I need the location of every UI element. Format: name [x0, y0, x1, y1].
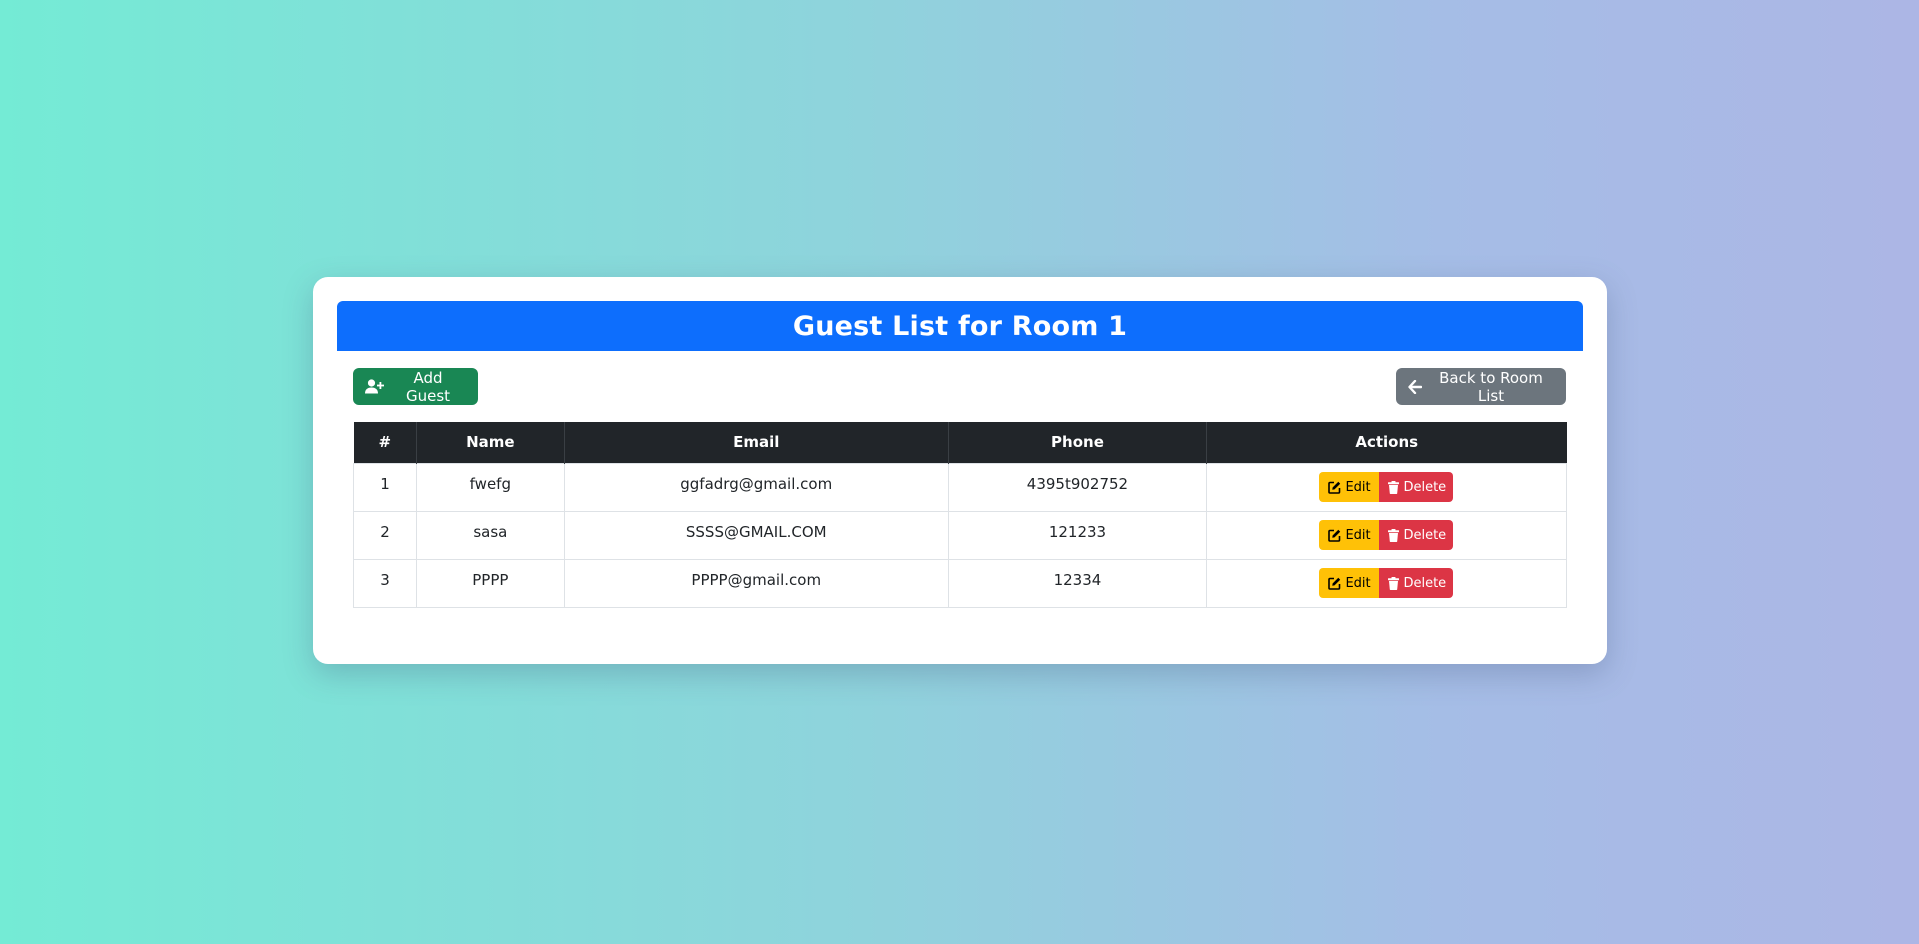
column-header-email: Email	[563, 422, 949, 463]
cell-email: PPPP@gmail.com	[563, 558, 949, 608]
table-row: 2 sasa SSSS@GMAIL.COM 121233 Edit Delete	[352, 510, 1568, 560]
delete-button[interactable]: Delete	[1379, 520, 1454, 550]
cell-number: 3	[352, 558, 418, 608]
column-header-name: Name	[416, 422, 564, 463]
trash-icon	[1388, 528, 1400, 542]
card-header: Guest List for Room 1	[337, 301, 1583, 351]
row-actions: Edit Delete	[1319, 472, 1454, 502]
row-actions: Edit Delete	[1319, 520, 1454, 550]
table-body: 1 fwefg ggfadrg@gmail.com 4395t902752 Ed…	[352, 462, 1568, 608]
column-header-actions: Actions	[1205, 422, 1567, 463]
cell-name: PPPP	[416, 558, 565, 608]
edit-label: Edit	[1345, 527, 1371, 543]
cell-number: 1	[352, 462, 418, 512]
delete-label: Delete	[1403, 527, 1447, 543]
table-row: 3 PPPP PPPP@gmail.com 12334 Edit Delete	[352, 558, 1568, 608]
row-actions: Edit Delete	[1319, 568, 1454, 598]
column-header-phone: Phone	[947, 422, 1207, 463]
trash-icon	[1388, 576, 1400, 590]
edit-label: Edit	[1345, 479, 1371, 495]
guest-list-card: Guest List for Room 1 Add Guest Back to …	[313, 277, 1607, 664]
cell-phone: 121233	[947, 510, 1207, 560]
edit-label: Edit	[1345, 575, 1371, 591]
edit-icon	[1328, 577, 1341, 590]
guest-table: # Name Email Phone Actions 1 fwefg ggfad…	[352, 422, 1568, 608]
cell-email: ggfadrg@gmail.com	[563, 462, 949, 512]
delete-label: Delete	[1403, 575, 1447, 591]
column-header-number: #	[378, 433, 392, 452]
page-title: Guest List for Room 1	[792, 310, 1128, 342]
delete-button[interactable]: Delete	[1379, 568, 1454, 598]
cell-number: 2	[352, 510, 418, 560]
table-header-row: # Name Email Phone Actions	[353, 422, 1567, 463]
edit-button[interactable]: Edit	[1319, 520, 1380, 550]
back-label: Back to Room List	[1439, 368, 1543, 405]
cell-name: fwefg	[416, 462, 565, 512]
edit-button[interactable]: Edit	[1319, 568, 1380, 598]
delete-label: Delete	[1403, 479, 1447, 495]
table-row: 1 fwefg ggfadrg@gmail.com 4395t902752 Ed…	[352, 462, 1568, 512]
cell-actions: Edit Delete	[1205, 510, 1568, 560]
back-to-room-list-button[interactable]: Back to Room List	[1396, 368, 1566, 405]
cell-phone: 12334	[947, 558, 1207, 608]
add-guest-label: Add Guest	[405, 368, 451, 405]
edit-button[interactable]: Edit	[1319, 472, 1380, 502]
cell-email: SSSS@GMAIL.COM	[563, 510, 949, 560]
cell-actions: Edit Delete	[1205, 462, 1568, 512]
table-header: # Name Email Phone Actions	[353, 422, 1567, 463]
cell-actions: Edit Delete	[1205, 558, 1568, 608]
cell-phone: 4395t902752	[947, 462, 1207, 512]
edit-icon	[1328, 481, 1341, 494]
edit-icon	[1328, 529, 1341, 542]
delete-button[interactable]: Delete	[1379, 472, 1454, 502]
user-plus-icon	[365, 379, 384, 394]
arrow-left-icon	[1408, 379, 1422, 394]
cell-name: sasa	[416, 510, 565, 560]
trash-icon	[1388, 480, 1400, 494]
add-guest-button[interactable]: Add Guest	[353, 368, 478, 405]
